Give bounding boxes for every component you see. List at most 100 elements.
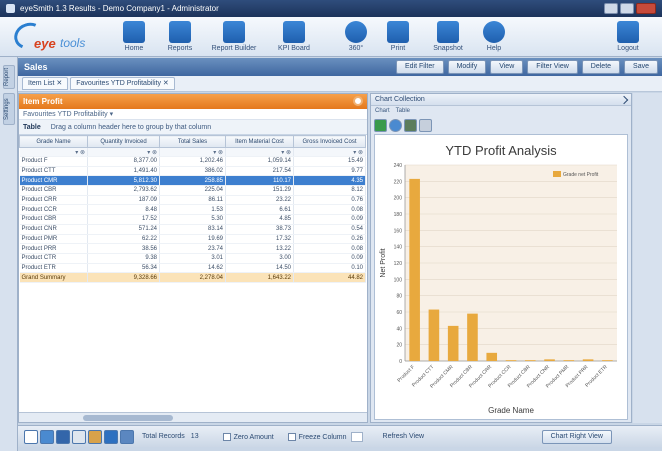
filter-cell[interactable]: ▾ ⊗	[225, 147, 294, 157]
filter-cell[interactable]: ▾ ⊗	[293, 147, 366, 157]
maximize-button[interactable]	[620, 3, 634, 14]
table-row[interactable]: Product CMR 5,812.30 258.85 110.17 4.35	[19, 175, 366, 187]
total-cell: 9,328.66	[87, 272, 160, 283]
report-builder-icon	[223, 21, 245, 43]
chart-icon[interactable]	[88, 429, 102, 444]
toolbar-report-builder-button[interactable]: Report Builder	[210, 21, 258, 52]
modify-button[interactable]: Modify	[447, 60, 487, 74]
column-header[interactable]: Total Sales	[159, 135, 226, 148]
toolbar-snapshot-button[interactable]: Snapshot	[424, 21, 472, 52]
table-row[interactable]: Product CTR 9.38 3.01 3.00 0.09	[19, 253, 366, 264]
filter-row[interactable]: ▾ ⊗ ▾ ⊗ ▾ ⊗ ▾ ⊗ ▾ ⊗	[19, 147, 366, 157]
delete-button[interactable]: Delete	[581, 60, 621, 74]
toolbar-kpi-board-button[interactable]: KPI Board	[270, 21, 318, 52]
zero-amount-checkbox[interactable]	[222, 432, 231, 441]
collapse-arrow-icon[interactable]	[619, 95, 629, 105]
value-cell: 0.09	[293, 253, 366, 264]
freeze-column-toggle[interactable]: Freeze Column	[287, 432, 347, 441]
snapshot-icon	[437, 21, 459, 43]
freeze-column-input[interactable]	[350, 431, 363, 442]
tab-chart[interactable]: Chart	[375, 106, 390, 117]
column-header[interactable]: Grade Name	[19, 135, 88, 148]
value-cell: 15.49	[293, 156, 366, 167]
save-button[interactable]: Save	[624, 60, 658, 74]
settings-icon[interactable]	[120, 429, 134, 444]
breadcrumb[interactable]: Favourites YTD Profitability ▾	[19, 109, 367, 120]
gear-icon[interactable]	[353, 96, 363, 106]
tab-table[interactable]: Table	[396, 106, 410, 117]
toolbar-reports-button[interactable]: Reports	[156, 21, 204, 52]
filter-view-button[interactable]: Filter View	[527, 60, 578, 74]
filter-cell[interactable]: ▾ ⊗	[19, 147, 88, 157]
toolbar-360-button[interactable]: 360°	[332, 21, 380, 52]
column-header[interactable]: Item Material Cost	[225, 135, 294, 148]
first-page-icon[interactable]	[24, 429, 38, 444]
value-cell: 23.22	[225, 195, 294, 206]
column-header[interactable]: Quantity Invoiced	[87, 135, 160, 148]
toolbar-home-button[interactable]: Home	[110, 21, 158, 52]
toolbar-help-button[interactable]: Help	[470, 21, 518, 52]
horizontal-scrollbar[interactable]	[19, 412, 367, 422]
prev-page-icon[interactable]	[40, 429, 54, 444]
value-cell: 0.08	[293, 243, 366, 254]
sidebar-tab-settings[interactable]: Settings	[3, 93, 15, 125]
edit-filter-button[interactable]: Edit Filter	[396, 60, 444, 74]
image-icon[interactable]	[404, 118, 417, 132]
print-icon[interactable]	[419, 118, 432, 132]
refresh-view-button[interactable]: Refresh View	[383, 433, 425, 440]
sidebar-tab-report[interactable]: Report	[3, 65, 15, 89]
table-row[interactable]: Product PRR 38.56 23.74 13.22 0.08	[19, 243, 366, 254]
table-row[interactable]: Product CRR 187.09 86.11 23.22 0.76	[19, 195, 366, 206]
group-by-area[interactable]: Table Drag a column header here to group…	[19, 120, 367, 135]
refresh-icon[interactable]	[104, 429, 118, 444]
tab-ytd-profitability[interactable]: Favourites YTD Profitability ✕	[70, 77, 175, 90]
view-button[interactable]: View	[490, 60, 524, 74]
export-icon[interactable]	[389, 118, 402, 132]
grid-panel: Item Profit Favourites YTD Profitability…	[18, 93, 368, 423]
chart-bar	[486, 352, 498, 361]
table-row[interactable]: Product CTT 1,491.40 386.02 217.54 9.77	[19, 166, 366, 177]
value-cell: 38.56	[87, 243, 160, 254]
grade-name-cell: Product PRR	[19, 243, 88, 254]
table-row[interactable]: Product CNR 571.24 83.14 38.73 0.54	[19, 224, 366, 235]
table-row[interactable]: Product F 8,377.00 1,202.46 1,059.14 15.49	[19, 156, 366, 167]
group-label: Table	[23, 123, 41, 131]
value-cell: 14.62	[159, 263, 226, 274]
value-cell: 0.09	[293, 214, 366, 225]
minimize-button[interactable]	[604, 3, 618, 14]
toolbar-logout-button[interactable]: Logout	[604, 21, 652, 52]
scrollbar-thumb[interactable]	[83, 415, 173, 421]
freeze-column-checkbox[interactable]	[287, 432, 296, 441]
table-row[interactable]: Product CBR 17.52 5.30 4.85 0.09	[19, 214, 366, 225]
filter-cell[interactable]: ▾ ⊗	[159, 147, 226, 157]
tab-item-list[interactable]: Item List ✕	[22, 77, 69, 90]
y-tick-label: 0	[399, 359, 402, 365]
grid-view-icon[interactable]	[56, 429, 70, 444]
total-cell: 1,643.22	[225, 272, 294, 283]
view-icon[interactable]	[374, 118, 387, 132]
chart-bar	[524, 360, 536, 361]
table-row[interactable]: Product ETR 56.34 14.62 14.50 0.10	[19, 263, 366, 274]
filter-cell[interactable]: ▾ ⊗	[87, 147, 160, 157]
close-button[interactable]	[636, 3, 656, 14]
value-cell: 5.30	[159, 214, 226, 225]
value-cell: 17.52	[87, 214, 160, 225]
grade-name-cell: Product F	[19, 156, 88, 167]
chart-panel-header: Chart Collection	[371, 94, 631, 106]
column-header[interactable]: Gross Invoiced Cost	[293, 135, 366, 148]
table-row[interactable]: Product CBR 2,793.62 225.04 151.29 8.12	[19, 185, 366, 196]
table-row[interactable]: Product PMR 62.22 19.69 17.32 0.26	[19, 234, 366, 245]
chart-bar	[563, 360, 575, 361]
export-excel-icon[interactable]	[72, 429, 86, 444]
bar-chart: YTD Profit Analysis 0 20 40 60 80 100 120 140 160…	[380, 143, 617, 415]
app-icon	[6, 4, 15, 13]
value-cell: 0.10	[293, 263, 366, 274]
chart-right-view-button[interactable]: Chart Right View	[541, 429, 612, 444]
y-tick-label: 100	[394, 277, 403, 283]
table-row[interactable]: Product CCR 8.48 1.53 6.61 0.08	[19, 204, 366, 216]
chart-panel-title: Chart Collection	[375, 96, 425, 103]
zero-amount-toggle[interactable]: Zero Amount	[222, 432, 274, 441]
grid-panel-title: Item Profit	[23, 97, 63, 106]
toolbar-print-button[interactable]: Print	[374, 21, 422, 52]
grade-name-cell: Product CBR	[19, 214, 88, 225]
